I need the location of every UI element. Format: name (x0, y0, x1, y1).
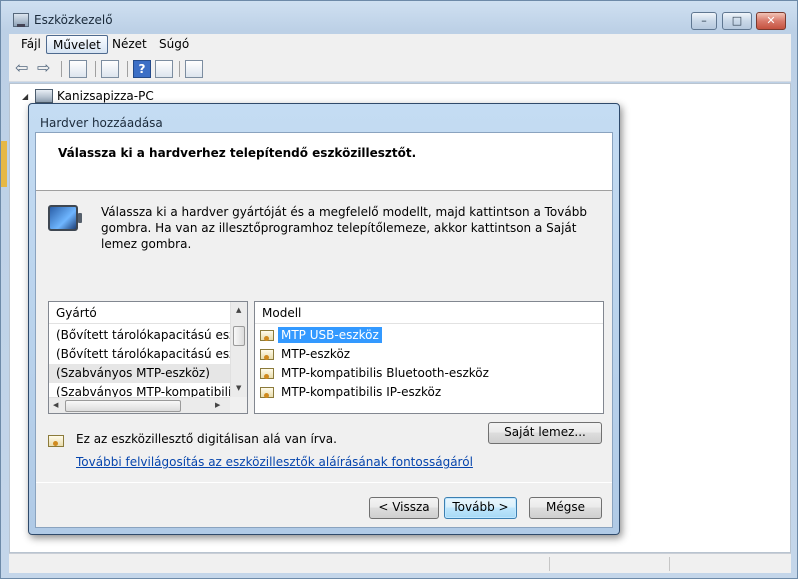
scroll-down-icon[interactable]: ▼ (236, 384, 241, 392)
device-icon (48, 205, 82, 231)
toolbar-separator (95, 61, 96, 77)
window-title: Eszközkezelő (34, 13, 113, 27)
certificate-icon (260, 349, 274, 360)
menu-bar: Fájl Művelet Nézet Súgó (9, 34, 791, 55)
menu-file[interactable]: Fájl (15, 35, 47, 54)
signed-driver-text: Ez az eszközillesztő digitálisan alá van… (76, 432, 337, 446)
menu-view[interactable]: Nézet (106, 35, 153, 54)
model-items: MTP USB-eszköz MTP-eszköz MTP-kompatibil… (255, 326, 603, 402)
header-text: Válassza ki a hardverhez telepítendő esz… (58, 146, 417, 160)
cancel-button[interactable]: Mégse (529, 497, 602, 519)
instructions-text: Válassza ki a hardver gyártóját és a meg… (101, 205, 587, 251)
next-button[interactable]: Tovább > (444, 497, 517, 519)
model-header: Modell (255, 302, 603, 324)
dialog-body: Válassza ki a hardverhez telepítendő esz… (35, 132, 613, 528)
vertical-scroll-thumb[interactable] (233, 326, 245, 346)
menu-help[interactable]: Súgó (153, 35, 195, 54)
manufacturer-items: (Bővített tárolókapacitású eszköz (Bővít… (49, 326, 231, 399)
model-item-selected[interactable]: MTP USB-eszköz (255, 326, 603, 345)
console-tree-icon[interactable] (69, 60, 87, 78)
footer-divider (36, 482, 612, 483)
forward-arrow-icon[interactable]: ⇨ (37, 60, 55, 78)
help-icon[interactable]: ? (133, 60, 151, 78)
scroll-right-icon[interactable]: ▶ (215, 401, 220, 409)
add-hardware-dialog: Hardver hozzáadása Válassza ki a hardver… (28, 103, 620, 535)
scroll-up-icon[interactable]: ▲ (236, 306, 241, 314)
model-item[interactable]: MTP-eszköz (255, 345, 603, 364)
manufacturer-item[interactable]: (Bővített tárolókapacitású eszköz (49, 345, 231, 364)
certificate-icon (260, 387, 274, 398)
minimize-button[interactable]: – (691, 12, 717, 30)
model-item-label: MTP USB-eszköz (277, 326, 383, 344)
device-manager-icon (13, 13, 29, 27)
status-bar (9, 553, 791, 573)
action-pane-icon[interactable] (155, 60, 173, 78)
horizontal-scroll-thumb[interactable] (65, 400, 181, 412)
manufacturer-item-selected[interactable]: (Szabványos MTP-eszköz) (49, 364, 231, 383)
status-panel (669, 557, 670, 571)
maximize-button[interactable]: □ (722, 12, 752, 30)
toolbar: ⇦ ⇨ ? (9, 55, 791, 82)
background-window-edge (1, 141, 7, 187)
properties-icon[interactable] (101, 60, 119, 78)
model-item-label: MTP-eszköz (281, 347, 351, 361)
dialog-header: Válassza ki a hardverhez telepítendő esz… (36, 133, 612, 191)
horizontal-scrollbar[interactable]: ◀ ▶ (49, 397, 232, 413)
toolbar-separator (179, 61, 180, 77)
scroll-left-icon[interactable]: ◀ (53, 401, 58, 409)
model-item-label: MTP-kompatibilis IP-eszköz (281, 385, 442, 399)
certificate-icon (260, 368, 274, 379)
toolbar-separator (61, 61, 62, 77)
have-disk-button[interactable]: Saját lemez... (488, 422, 602, 444)
back-button[interactable]: < Vissza (369, 497, 439, 519)
model-item[interactable]: MTP-kompatibilis IP-eszköz (255, 383, 603, 402)
certificate-icon (260, 330, 274, 341)
menu-action[interactable]: Művelet (46, 35, 108, 54)
title-bar[interactable]: Eszközkezelő – □ ✕ (1, 1, 797, 33)
dialog-title: Hardver hozzáadása (40, 116, 163, 130)
scan-hardware-icon[interactable] (185, 60, 203, 78)
status-panel (549, 557, 550, 571)
driver-signing-info-link[interactable]: További felvilágosítás az eszközillesztő… (76, 455, 473, 469)
computer-icon (35, 89, 53, 103)
model-item-label: MTP-kompatibilis Bluetooth-eszköz (281, 366, 489, 380)
tree-expander-icon[interactable]: ◢ (22, 92, 28, 101)
vertical-scrollbar[interactable]: ▲ ▼ (230, 302, 247, 399)
back-arrow-icon[interactable]: ⇦ (15, 60, 33, 78)
manufacturer-item[interactable]: (Bővített tárolókapacitású eszköz (49, 326, 231, 345)
model-item[interactable]: MTP-kompatibilis Bluetooth-eszköz (255, 364, 603, 383)
signed-driver-icon (48, 435, 64, 447)
model-list[interactable]: Modell MTP USB-eszköz MTP-eszköz MTP-kom… (254, 301, 604, 414)
toolbar-separator (127, 61, 128, 77)
manufacturer-header: Gyártó (49, 302, 247, 324)
scrollbar-corner (230, 397, 247, 413)
close-button[interactable]: ✕ (756, 12, 786, 30)
tree-root-node[interactable]: Kanizsapizza-PC (57, 89, 154, 103)
manufacturer-list[interactable]: Gyártó (Bővített tárolókapacitású eszköz… (48, 301, 248, 414)
